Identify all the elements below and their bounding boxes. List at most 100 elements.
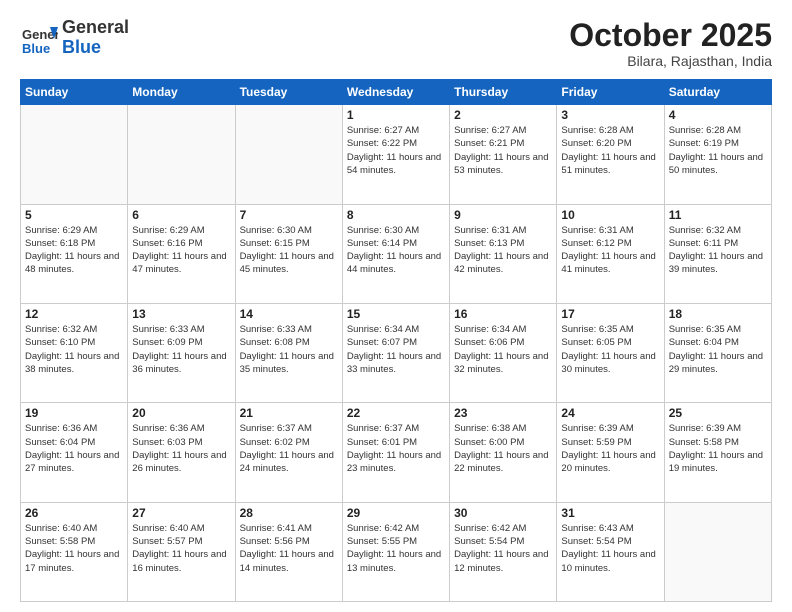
table-row: 19Sunrise: 6:36 AMSunset: 6:04 PMDayligh…: [21, 403, 128, 502]
day-number: 10: [561, 208, 659, 222]
table-row: 2 Sunrise: 6:27 AMSunset: 6:21 PMDaylight…: [450, 105, 557, 204]
logo-blue-text: Blue: [62, 37, 101, 57]
table-row: 29 Sunrise: 6:42 AMSunset: 5:55 PMDayligh…: [342, 502, 449, 601]
day-info: Sunrise: 6:36 AMSunset: 6:03 PMDaylight:…: [132, 422, 230, 475]
table-row: 9 Sunrise: 6:31 AMSunset: 6:13 PMDaylight…: [450, 204, 557, 303]
calendar-week-row: 1 Sunrise: 6:27 AMSunset: 6:22 PMDaylight…: [21, 105, 772, 204]
table-row: 20 Sunrise: 6:36 AMSunset: 6:03 PMDayligh…: [128, 403, 235, 502]
day-info: Sunrise: 6:37 AMSunset: 6:01 PMDaylight:…: [347, 422, 445, 475]
day-info: Sunrise: 6:28 AMSunset: 6:19 PMDaylight:…: [669, 124, 767, 177]
table-row: [664, 502, 771, 601]
location: Bilara, Rajasthan, India: [569, 53, 772, 69]
day-number: 13: [132, 307, 230, 321]
day-number: 5: [25, 208, 123, 222]
day-number: 18: [669, 307, 767, 321]
day-info: Sunrise: 6:38 AMSunset: 6:00 PMDaylight:…: [454, 422, 552, 475]
day-info: Sunrise: 6:29 AMSunset: 6:18 PMDaylight:…: [25, 224, 123, 277]
table-row: 10Sunrise: 6:31 AMSunset: 6:12 PMDayligh…: [557, 204, 664, 303]
day-number: 3: [561, 108, 659, 122]
day-number: 26: [25, 506, 123, 520]
day-number: 2: [454, 108, 552, 122]
day-number: 11: [669, 208, 767, 222]
day-info: Sunrise: 6:30 AMSunset: 6:15 PMDaylight:…: [240, 224, 338, 277]
day-info: Sunrise: 6:35 AMSunset: 6:05 PMDaylight:…: [561, 323, 659, 376]
day-info: Sunrise: 6:32 AMSunset: 6:11 PMDaylight:…: [669, 224, 767, 277]
col-friday: Friday: [557, 80, 664, 105]
day-info: Sunrise: 6:32 AMSunset: 6:10 PMDaylight:…: [25, 323, 123, 376]
col-thursday: Thursday: [450, 80, 557, 105]
table-row: 21Sunrise: 6:37 AMSunset: 6:02 PMDayligh…: [235, 403, 342, 502]
day-number: 20: [132, 406, 230, 420]
table-row: 22Sunrise: 6:37 AMSunset: 6:01 PMDayligh…: [342, 403, 449, 502]
day-info: Sunrise: 6:42 AMSunset: 5:54 PMDaylight:…: [454, 522, 552, 575]
day-number: 29: [347, 506, 445, 520]
day-number: 16: [454, 307, 552, 321]
day-info: Sunrise: 6:39 AMSunset: 5:58 PMDaylight:…: [669, 422, 767, 475]
table-row: 23Sunrise: 6:38 AMSunset: 6:00 PMDayligh…: [450, 403, 557, 502]
table-row: 26Sunrise: 6:40 AMSunset: 5:58 PMDayligh…: [21, 502, 128, 601]
logo-general-text: General: [62, 17, 129, 37]
col-monday: Monday: [128, 80, 235, 105]
day-info: Sunrise: 6:39 AMSunset: 5:59 PMDaylight:…: [561, 422, 659, 475]
table-row: 28 Sunrise: 6:41 AMSunset: 5:56 PMDayligh…: [235, 502, 342, 601]
day-info: Sunrise: 6:28 AMSunset: 6:20 PMDaylight:…: [561, 124, 659, 177]
calendar-header-row: Sunday Monday Tuesday Wednesday Thursday…: [21, 80, 772, 105]
table-row: 15Sunrise: 6:34 AMSunset: 6:07 PMDayligh…: [342, 303, 449, 402]
logo-icon: General Blue: [20, 19, 58, 57]
svg-text:Blue: Blue: [22, 41, 50, 56]
day-info: Sunrise: 6:27 AMSunset: 6:22 PMDaylight:…: [347, 124, 445, 177]
col-tuesday: Tuesday: [235, 80, 342, 105]
day-info: Sunrise: 6:41 AMSunset: 5:56 PMDaylight:…: [240, 522, 338, 575]
table-row: 14 Sunrise: 6:33 AMSunset: 6:08 PMDayligh…: [235, 303, 342, 402]
day-number: 21: [240, 406, 338, 420]
day-number: 8: [347, 208, 445, 222]
table-row: 8Sunrise: 6:30 AMSunset: 6:14 PMDaylight…: [342, 204, 449, 303]
col-saturday: Saturday: [664, 80, 771, 105]
day-number: 17: [561, 307, 659, 321]
table-row: 17 Sunrise: 6:35 AMSunset: 6:05 PMDayligh…: [557, 303, 664, 402]
table-row: 16 Sunrise: 6:34 AMSunset: 6:06 PMDayligh…: [450, 303, 557, 402]
calendar-week-row: 19Sunrise: 6:36 AMSunset: 6:04 PMDayligh…: [21, 403, 772, 502]
day-info: Sunrise: 6:29 AMSunset: 6:16 PMDaylight:…: [132, 224, 230, 277]
title-block: October 2025 Bilara, Rajasthan, India: [569, 18, 772, 69]
calendar-table: Sunday Monday Tuesday Wednesday Thursday…: [20, 79, 772, 602]
logo: General Blue General Blue: [20, 18, 129, 58]
table-row: 5 Sunrise: 6:29 AMSunset: 6:18 PMDaylight…: [21, 204, 128, 303]
day-number: 9: [454, 208, 552, 222]
table-row: 12 Sunrise: 6:32 AMSunset: 6:10 PMDayligh…: [21, 303, 128, 402]
table-row: 6 Sunrise: 6:29 AMSunset: 6:16 PMDaylight…: [128, 204, 235, 303]
day-number: 25: [669, 406, 767, 420]
day-info: Sunrise: 6:34 AMSunset: 6:06 PMDaylight:…: [454, 323, 552, 376]
day-info: Sunrise: 6:33 AMSunset: 6:09 PMDaylight:…: [132, 323, 230, 376]
day-number: 28: [240, 506, 338, 520]
table-row: 18Sunrise: 6:35 AMSunset: 6:04 PMDayligh…: [664, 303, 771, 402]
day-number: 7: [240, 208, 338, 222]
day-number: 15: [347, 307, 445, 321]
day-number: 19: [25, 406, 123, 420]
calendar-week-row: 26Sunrise: 6:40 AMSunset: 5:58 PMDayligh…: [21, 502, 772, 601]
calendar-week-row: 5 Sunrise: 6:29 AMSunset: 6:18 PMDaylight…: [21, 204, 772, 303]
day-number: 1: [347, 108, 445, 122]
table-row: 25 Sunrise: 6:39 AMSunset: 5:58 PMDayligh…: [664, 403, 771, 502]
table-row: 11 Sunrise: 6:32 AMSunset: 6:11 PMDayligh…: [664, 204, 771, 303]
day-info: Sunrise: 6:43 AMSunset: 5:54 PMDaylight:…: [561, 522, 659, 575]
table-row: 1 Sunrise: 6:27 AMSunset: 6:22 PMDaylight…: [342, 105, 449, 204]
month-title: October 2025: [569, 18, 772, 53]
day-info: Sunrise: 6:31 AMSunset: 6:13 PMDaylight:…: [454, 224, 552, 277]
day-info: Sunrise: 6:42 AMSunset: 5:55 PMDaylight:…: [347, 522, 445, 575]
day-number: 24: [561, 406, 659, 420]
day-info: Sunrise: 6:27 AMSunset: 6:21 PMDaylight:…: [454, 124, 552, 177]
table-row: 31Sunrise: 6:43 AMSunset: 5:54 PMDayligh…: [557, 502, 664, 601]
day-number: 14: [240, 307, 338, 321]
table-row: 4 Sunrise: 6:28 AMSunset: 6:19 PMDaylight…: [664, 105, 771, 204]
day-number: 12: [25, 307, 123, 321]
table-row: [128, 105, 235, 204]
col-sunday: Sunday: [21, 80, 128, 105]
table-row: 30Sunrise: 6:42 AMSunset: 5:54 PMDayligh…: [450, 502, 557, 601]
day-number: 6: [132, 208, 230, 222]
table-row: 24 Sunrise: 6:39 AMSunset: 5:59 PMDayligh…: [557, 403, 664, 502]
page: General Blue General Blue October 2025 B…: [0, 0, 792, 612]
table-row: 27Sunrise: 6:40 AMSunset: 5:57 PMDayligh…: [128, 502, 235, 601]
day-info: Sunrise: 6:33 AMSunset: 6:08 PMDaylight:…: [240, 323, 338, 376]
day-number: 4: [669, 108, 767, 122]
